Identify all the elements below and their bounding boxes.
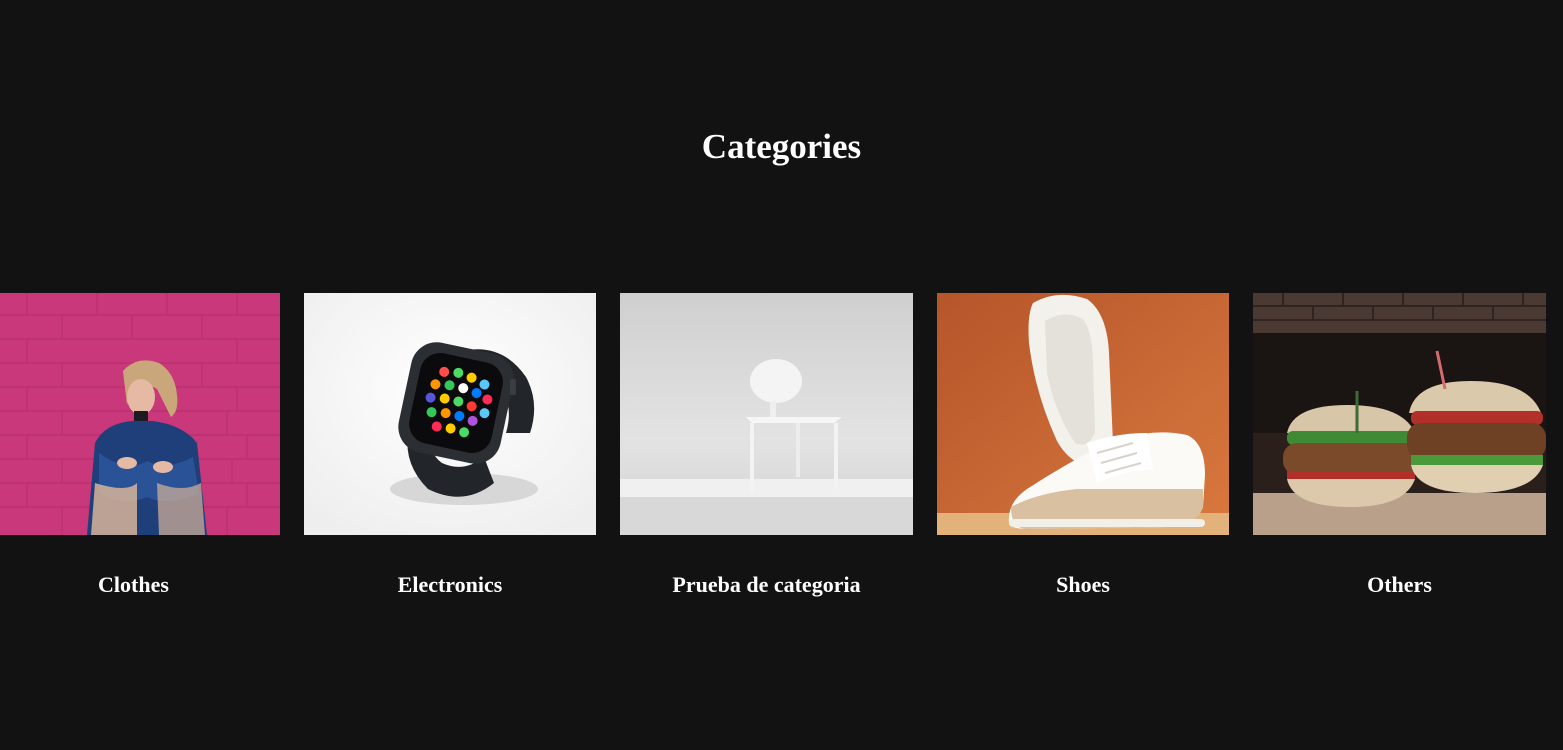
category-card-clothes[interactable]: Clothes	[0, 293, 280, 613]
category-label-others[interactable]: Others	[1253, 571, 1546, 599]
category-image-electronics[interactable]	[304, 293, 596, 535]
category-card-electronics[interactable]: Electronics	[304, 293, 596, 613]
category-label-prueba-de-categoria[interactable]: Prueba de categoria	[620, 571, 913, 599]
category-image-prueba-de-categoria[interactable]	[620, 293, 913, 535]
category-card-shoes[interactable]: Shoes	[937, 293, 1229, 613]
category-image-others[interactable]	[1253, 293, 1546, 535]
category-image-clothes[interactable]	[0, 293, 280, 535]
category-label-shoes[interactable]: Shoes	[937, 571, 1229, 599]
category-label-clothes[interactable]: Clothes	[0, 571, 280, 599]
category-image-shoes[interactable]	[937, 293, 1229, 535]
categories-grid: Clothes Electronics Prueba de categoria …	[0, 293, 1563, 613]
page-title: Categories	[701, 127, 862, 166]
category-card-prueba-de-categoria[interactable]: Prueba de categoria	[620, 293, 913, 613]
category-card-others[interactable]: Others	[1253, 293, 1546, 613]
category-label-electronics[interactable]: Electronics	[304, 571, 596, 599]
